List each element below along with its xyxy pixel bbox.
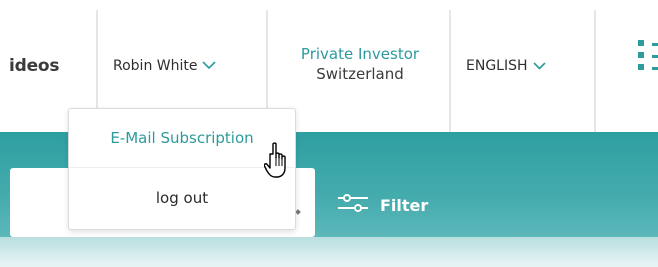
- menu-item-email-subscription[interactable]: E-Mail Subscription: [69, 129, 295, 147]
- filter-button[interactable]: Filter: [338, 194, 428, 216]
- nav-divider: [449, 10, 451, 132]
- hero-lower-band: [0, 237, 658, 267]
- chevron-down-icon: [532, 58, 546, 74]
- nav-divider: [594, 10, 596, 132]
- hand-pointer-cursor-icon: [263, 142, 294, 186]
- investor-country-label: Switzerland: [316, 65, 404, 83]
- investor-type-label: Private Investor: [300, 45, 420, 63]
- investor-profile-selector[interactable]: Private Investor Switzerland: [278, 44, 442, 84]
- filter-label: Filter: [380, 195, 429, 215]
- user-dropdown-menu: E-Mail Subscription log out: [68, 108, 296, 230]
- chevron-down-icon: [202, 58, 217, 74]
- menu-divider: [69, 167, 295, 168]
- nav-item-videos[interactable]: ideos: [9, 56, 60, 76]
- menu-item-log-out[interactable]: log out: [69, 189, 295, 207]
- user-menu-button[interactable]: Robin White: [113, 58, 217, 74]
- language-label: ENGLISH: [466, 58, 528, 74]
- filter-sliders-icon: [338, 194, 368, 216]
- user-name-label: Robin White: [113, 58, 198, 74]
- language-selector[interactable]: ENGLISH: [466, 58, 546, 74]
